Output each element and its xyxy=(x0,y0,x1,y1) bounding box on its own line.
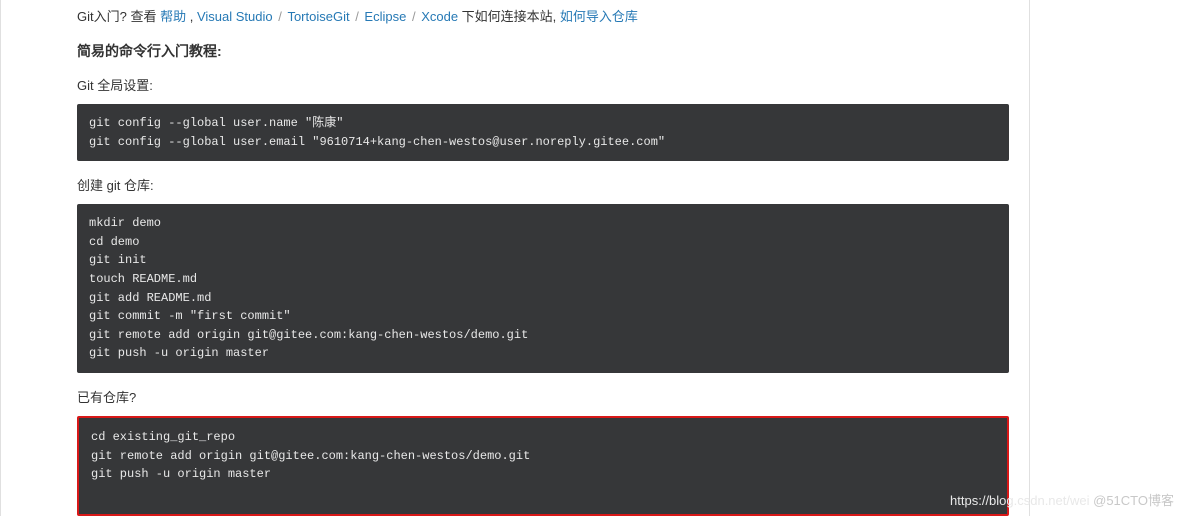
section-title: 简易的命令行入门教程: xyxy=(77,41,1009,61)
link-eclipse[interactable]: Eclipse xyxy=(364,9,406,24)
watermark-main: @51CTO博客 xyxy=(1093,493,1174,508)
watermark: https://blog.csdn.net/wei @51CTO博客 xyxy=(950,490,1174,509)
separator: / xyxy=(408,9,419,24)
link-import-repo[interactable]: 如何导入仓库 xyxy=(560,9,638,24)
block2-title: 创建 git 仓库: xyxy=(77,175,1009,194)
link-xcode[interactable]: Xcode xyxy=(421,9,458,24)
code-block-existing-repo: cd existing_git_repo git remote add orig… xyxy=(77,416,1009,516)
intro-prefix: Git入门? 查看 xyxy=(77,9,160,24)
intro-mid: 下如何连接本站, xyxy=(458,9,560,24)
intro-line: Git入门? 查看 帮助 , Visual Studio / TortoiseG… xyxy=(77,6,1009,25)
code-block-global-config: git config --global user.name "陈康" git c… xyxy=(77,104,1009,161)
intro-comma: , xyxy=(186,9,197,24)
watermark-faint: https://blog.csdn.net/wei xyxy=(950,493,1093,508)
link-help[interactable]: 帮助 xyxy=(160,9,186,24)
block1-title: Git 全局设置: xyxy=(77,75,1009,94)
content-panel: Git入门? 查看 帮助 , Visual Studio / TortoiseG… xyxy=(0,0,1030,516)
code-block-create-repo: mkdir demo cd demo git init touch README… xyxy=(77,204,1009,373)
block3-title: 已有仓库? xyxy=(77,387,1009,406)
link-tortoisegit[interactable]: TortoiseGit xyxy=(287,9,349,24)
separator: / xyxy=(275,9,286,24)
link-visual-studio[interactable]: Visual Studio xyxy=(197,9,273,24)
separator: / xyxy=(352,9,363,24)
